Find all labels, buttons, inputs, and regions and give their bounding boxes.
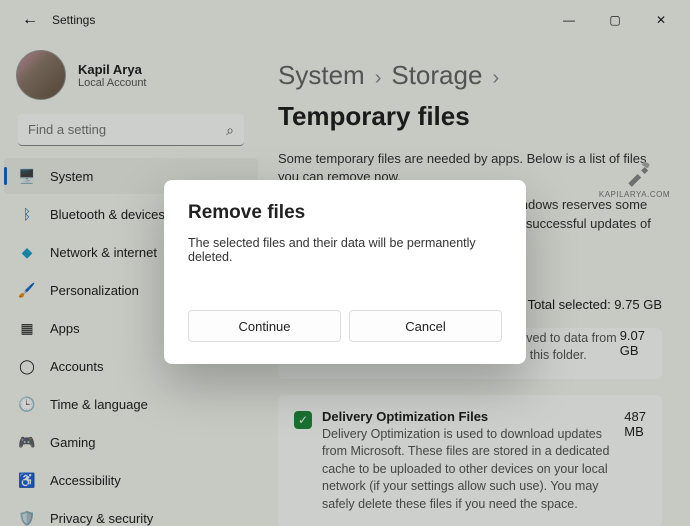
remove-files-dialog: Remove files The selected files and thei… [164, 180, 526, 364]
dialog-title: Remove files [188, 202, 502, 224]
continue-button[interactable]: Continue [188, 310, 341, 342]
dialog-text: The selected files and their data will b… [188, 236, 502, 264]
modal-overlay: Remove files The selected files and thei… [0, 0, 690, 526]
cancel-button[interactable]: Cancel [349, 310, 502, 342]
